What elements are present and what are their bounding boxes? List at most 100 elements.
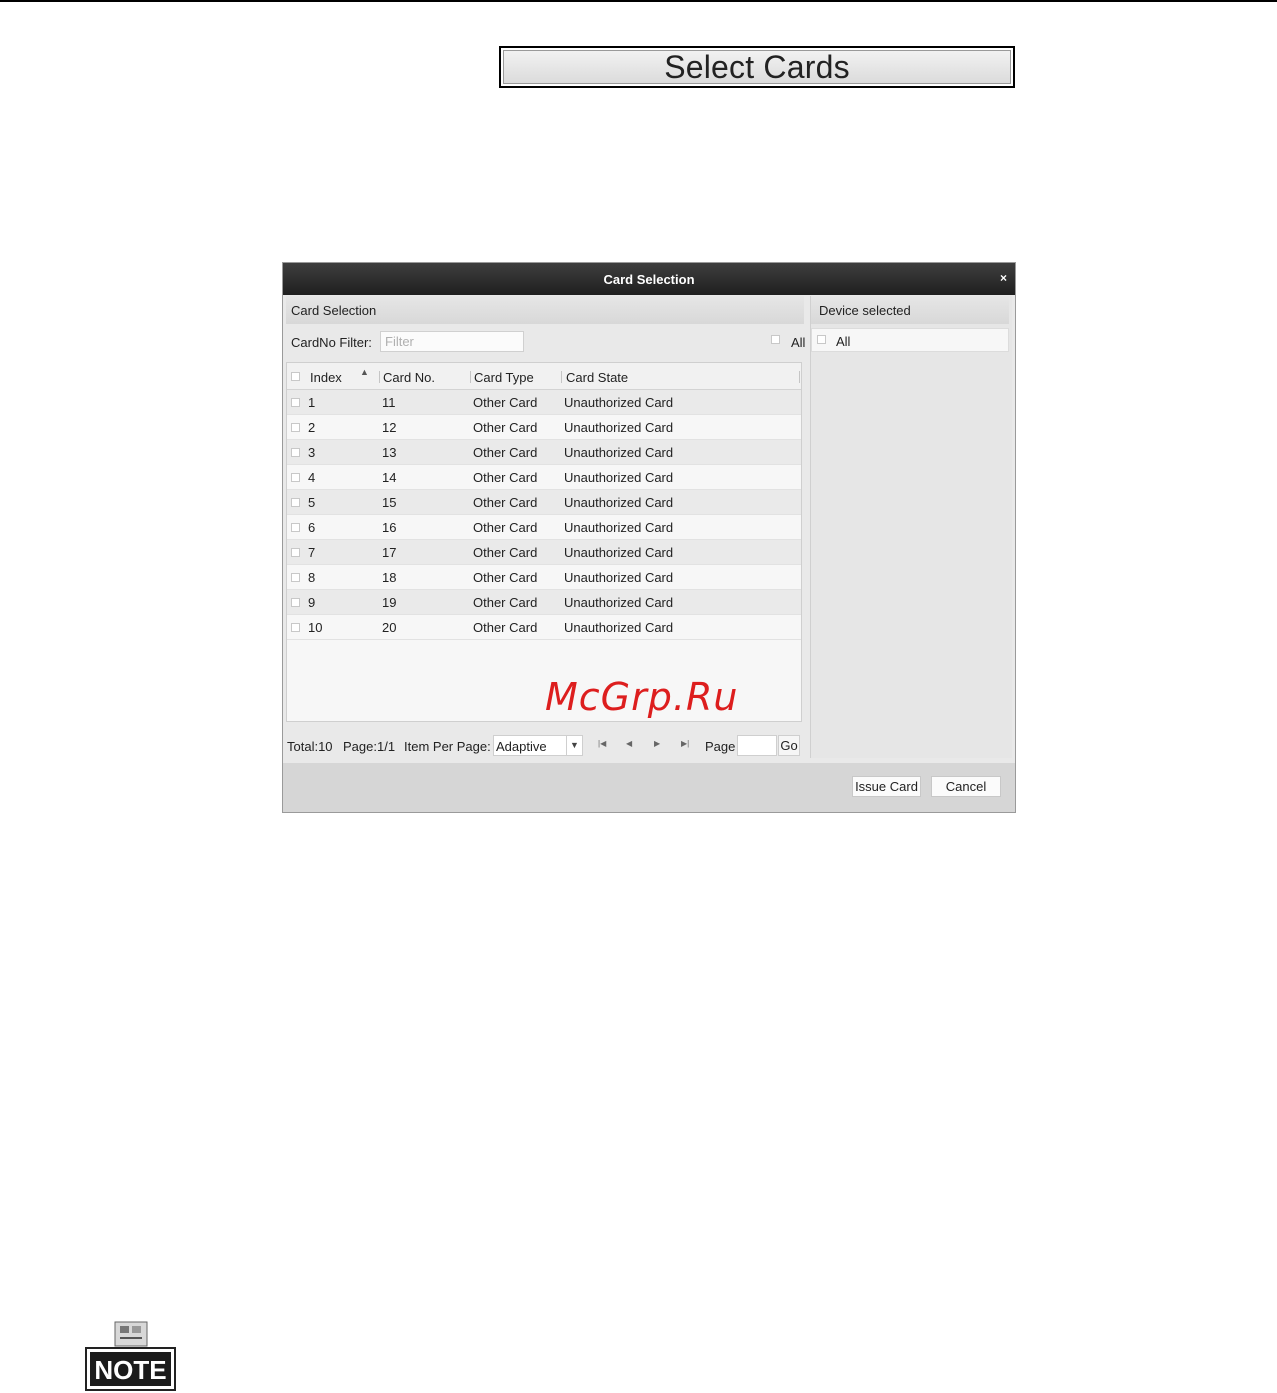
device-panel-header: Device selected	[811, 296, 1009, 324]
page-label: Page	[705, 739, 736, 754]
previous-page-icon[interactable]: ◀	[626, 739, 632, 748]
all-cards-label: All	[791, 335, 806, 350]
row-checkbox[interactable]	[291, 573, 300, 582]
cell-card-no: 18	[382, 570, 397, 585]
chevron-down-icon[interactable]: ▼	[566, 736, 582, 755]
cell-card-state: Unauthorized Card	[564, 620, 674, 635]
last-page-icon[interactable]: ▶|	[681, 739, 689, 748]
row-checkbox[interactable]	[291, 423, 300, 432]
device-selected-panel: Device selected All	[810, 296, 1012, 758]
cell-card-no: 13	[382, 445, 397, 460]
cell-card-state: Unauthorized Card	[564, 545, 674, 560]
row-checkbox[interactable]	[291, 498, 300, 507]
cell-card-state: Unauthorized Card	[564, 470, 674, 485]
table-row[interactable]: 4 14 Other Card Unauthorized Card	[287, 465, 801, 490]
column-header-card-no[interactable]: Card No.	[383, 370, 435, 385]
cell-card-no: 15	[382, 495, 397, 510]
pagination-bar: Total:10 Page:1/1 Item Per Page: Adaptiv…	[286, 734, 804, 758]
column-header-card-state[interactable]: Card State	[566, 370, 628, 385]
cell-card-type: Other Card	[473, 495, 538, 510]
page-number-input[interactable]	[737, 735, 777, 756]
cell-card-no: 11	[382, 395, 396, 410]
issue-card-button[interactable]: Issue Card	[852, 776, 921, 797]
all-cards-checkbox[interactable]	[771, 335, 780, 344]
cell-card-state: Unauthorized Card	[564, 595, 674, 610]
first-page-icon[interactable]: |◀	[598, 739, 606, 748]
column-separator	[561, 371, 562, 383]
cell-card-state: Unauthorized Card	[564, 395, 674, 410]
cell-card-type: Other Card	[473, 520, 538, 535]
items-per-page-value: Adaptive	[496, 739, 547, 754]
cell-index: 4	[308, 470, 316, 485]
row-checkbox[interactable]	[291, 623, 300, 632]
cancel-button[interactable]: Cancel	[931, 776, 1001, 797]
cell-index: 2	[308, 420, 316, 435]
table-row[interactable]: 7 17 Other Card Unauthorized Card	[287, 540, 801, 565]
close-icon[interactable]: ×	[1000, 271, 1007, 285]
sort-ascending-icon[interactable]: ▲	[360, 367, 369, 377]
device-tree-item-all[interactable]: All	[811, 328, 1009, 352]
card-table: Index ▲ Card No. Card Type Card State 1 …	[286, 362, 802, 722]
row-checkbox[interactable]	[291, 523, 300, 532]
cell-index: 7	[308, 545, 316, 560]
column-separator	[799, 371, 800, 383]
cell-card-no: 12	[382, 420, 397, 435]
select-cards-button[interactable]: Select Cards	[499, 46, 1015, 88]
column-header-card-type[interactable]: Card Type	[474, 370, 534, 385]
total-count: Total:10	[287, 739, 333, 754]
cell-card-no: 20	[382, 620, 397, 635]
table-row[interactable]: 10 20 Other Card Unauthorized Card	[287, 615, 801, 640]
all-devices-label: All	[836, 334, 851, 349]
table-row[interactable]: 5 15 Other Card Unauthorized Card	[287, 490, 801, 515]
cell-card-type: Other Card	[473, 420, 538, 435]
next-page-icon[interactable]: ▶	[654, 739, 660, 748]
cell-card-no: 16	[382, 520, 397, 535]
cell-index: 1	[308, 395, 316, 410]
table-row[interactable]: 1 11 Other Card Unauthorized Card	[287, 390, 801, 415]
row-checkbox[interactable]	[291, 598, 300, 607]
cell-card-no: 19	[382, 595, 397, 610]
column-separator	[379, 371, 380, 383]
row-checkbox[interactable]	[291, 398, 300, 407]
cardno-filter-input[interactable]	[380, 331, 524, 352]
select-all-rows-checkbox[interactable]	[291, 372, 300, 381]
row-checkbox[interactable]	[291, 473, 300, 482]
table-row[interactable]: 9 19 Other Card Unauthorized Card	[287, 590, 801, 615]
go-button[interactable]: Go	[778, 735, 800, 756]
dialog-title-bar: Card Selection ×	[283, 263, 1015, 295]
top-rule	[0, 0, 1277, 2]
note-icon: NOTE	[85, 1321, 176, 1391]
table-row[interactable]: 8 18 Other Card Unauthorized Card	[287, 565, 801, 590]
table-row[interactable]: 3 13 Other Card Unauthorized Card	[287, 440, 801, 465]
cell-index: 10	[308, 620, 323, 635]
note-label: NOTE	[94, 1355, 166, 1385]
row-checkbox[interactable]	[291, 448, 300, 457]
table-row[interactable]: 2 12 Other Card Unauthorized Card	[287, 415, 801, 440]
cell-card-type: Other Card	[473, 595, 538, 610]
cell-index: 6	[308, 520, 316, 535]
dialog-title: Card Selection	[603, 271, 695, 287]
cell-card-state: Unauthorized Card	[564, 445, 674, 460]
column-separator	[470, 371, 471, 383]
column-header-index[interactable]: Index	[310, 370, 342, 385]
cell-card-no: 17	[382, 545, 397, 560]
card-panel-title: Card Selection	[291, 302, 377, 318]
cell-index: 3	[308, 445, 316, 460]
cell-card-state: Unauthorized Card	[564, 520, 674, 535]
card-panel-header: Card Selection	[286, 296, 804, 324]
cell-card-no: 14	[382, 470, 397, 485]
cell-index: 8	[308, 570, 316, 585]
cell-index: 9	[308, 595, 316, 610]
cell-index: 5	[308, 495, 316, 510]
items-per-page-select[interactable]: Adaptive ▼	[493, 735, 583, 756]
items-per-page-label: Item Per Page:	[404, 739, 491, 754]
table-row[interactable]: 6 16 Other Card Unauthorized Card	[287, 515, 801, 540]
row-checkbox[interactable]	[291, 548, 300, 557]
cell-card-type: Other Card	[473, 545, 538, 560]
cell-card-type: Other Card	[473, 395, 538, 410]
dialog-footer: Issue Card Cancel	[283, 763, 1015, 812]
table-header: Index ▲ Card No. Card Type Card State	[287, 363, 801, 390]
watermark-text: McGrp.Ru	[545, 675, 739, 719]
all-devices-checkbox[interactable]	[817, 335, 826, 344]
cell-card-type: Other Card	[473, 620, 538, 635]
